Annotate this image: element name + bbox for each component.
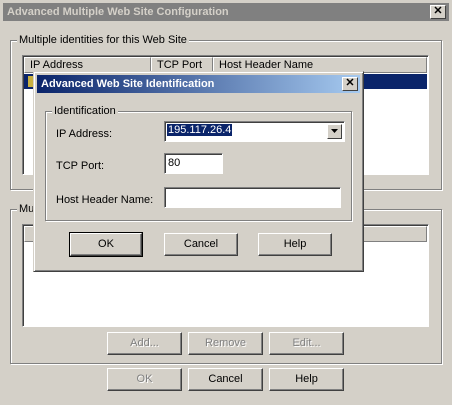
outer-window-title: Advanced Multiple Web Site Configuration	[7, 6, 229, 18]
ip-address-value: 195.117.26.4	[167, 124, 233, 136]
outer-cancel-button[interactable]: Cancel	[188, 368, 263, 391]
outer-help-button[interactable]: Help	[269, 368, 344, 391]
ip-address-combobox[interactable]: 195.117.26.4	[164, 121, 345, 142]
tcp-port-value: 80	[168, 157, 181, 169]
remove-button[interactable]: Remove	[188, 332, 263, 355]
dialog-close-button[interactable]: ✕	[342, 77, 358, 91]
outer-close-button[interactable]: ✕	[430, 5, 446, 19]
dropdown-arrow-button[interactable]	[327, 124, 342, 139]
chevron-down-icon	[331, 129, 338, 133]
dialog-ok-button[interactable]: OK	[69, 232, 143, 257]
add-button[interactable]: Add...	[107, 332, 182, 355]
identification-group-label: Identification	[52, 104, 118, 118]
dialog-titlebar[interactable]: Advanced Web Site Identification	[37, 75, 360, 93]
identification-dialog: Advanced Web Site Identification ✕ Ident…	[33, 71, 364, 272]
outer-ok-button[interactable]: OK	[107, 368, 182, 391]
identities-group-label: Multiple identities for this Web Site	[17, 33, 189, 47]
dialog-cancel-button[interactable]: Cancel	[164, 233, 238, 256]
host-header-input[interactable]	[164, 187, 341, 208]
outer-titlebar[interactable]: Advanced Multiple Web Site Configuration	[3, 3, 449, 21]
dialog-title: Advanced Web Site Identification	[41, 78, 215, 90]
host-header-label: Host Header Name:	[56, 194, 154, 206]
tcp-port-label: TCP Port:	[56, 160, 105, 172]
ip-address-label: IP Address:	[56, 128, 113, 140]
edit-button[interactable]: Edit...	[269, 332, 344, 355]
tcp-port-input[interactable]: 80	[164, 153, 223, 174]
close-icon: ✕	[433, 5, 443, 17]
dialog-help-button[interactable]: Help	[258, 233, 332, 256]
close-icon: ✕	[345, 77, 355, 89]
